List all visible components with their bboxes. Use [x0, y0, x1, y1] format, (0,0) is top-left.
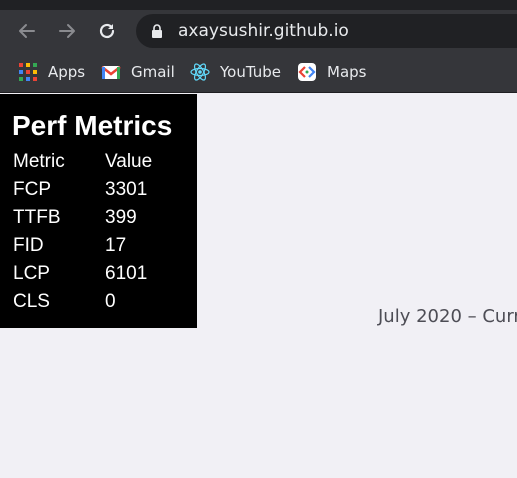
metric-value: 17 — [105, 235, 127, 256]
table-row: FCP 3301 — [10, 176, 155, 204]
lock-icon — [152, 24, 162, 38]
bookmark-label: Apps — [48, 63, 86, 81]
metric-name: LCP — [13, 263, 50, 284]
bookmark-label: YouTube — [220, 63, 281, 81]
maps-icon — [298, 63, 316, 81]
back-button[interactable] — [14, 18, 40, 44]
column-header-value: Value — [105, 151, 153, 172]
reload-icon — [99, 23, 115, 39]
react-icon — [190, 63, 210, 81]
forward-button[interactable] — [54, 18, 80, 44]
bookmark-label: Maps — [327, 63, 367, 81]
reload-button[interactable] — [94, 18, 120, 44]
bookmark-youtube[interactable]: YouTube — [190, 58, 281, 86]
table-row: LCP 6101 — [10, 260, 155, 288]
browser-toolbar: axaysushir.github.io — [0, 10, 517, 52]
metric-value: 0 — [105, 291, 116, 312]
arrow-left-icon — [19, 24, 35, 38]
bookmark-gmail[interactable]: Gmail — [101, 58, 175, 86]
table-row: CLS 0 — [10, 288, 155, 316]
tab-strip — [0, 0, 517, 10]
url-text: axaysushir.github.io — [178, 21, 349, 41]
metric-value: 3301 — [105, 179, 148, 200]
metric-name: FCP — [13, 179, 51, 200]
perf-metrics-title: Perf Metrics — [12, 110, 173, 141]
perf-metrics-table: Metric Value FCP 3301 TTFB 399 FID 17 LC… — [10, 148, 155, 316]
metric-name: TTFB — [13, 207, 61, 228]
bookmark-maps[interactable]: Maps — [297, 58, 366, 86]
gmail-icon — [101, 66, 121, 79]
column-header-metric: Metric — [13, 151, 65, 172]
table-header-row: Metric Value — [10, 148, 155, 176]
arrow-right-icon — [59, 24, 75, 38]
address-bar[interactable]: axaysushir.github.io — [136, 14, 517, 48]
metric-name: CLS — [13, 291, 50, 312]
table-row: TTFB 399 — [10, 204, 155, 232]
bookmark-apps[interactable]: Apps — [18, 58, 85, 86]
apps-grid-icon — [19, 63, 37, 81]
metric-value: 6101 — [105, 263, 148, 284]
date-range-text: July 2020 – Curr — [378, 306, 517, 327]
table-row: FID 17 — [10, 232, 155, 260]
metric-name: FID — [13, 235, 44, 256]
bookmark-label: Gmail — [131, 63, 175, 81]
bookmarks-bar: Apps Gmail YouTube Maps — [0, 52, 517, 93]
perf-metrics-panel: Perf Metrics Metric Value FCP 3301 TTFB … — [0, 94, 197, 328]
metric-value: 399 — [105, 207, 137, 228]
